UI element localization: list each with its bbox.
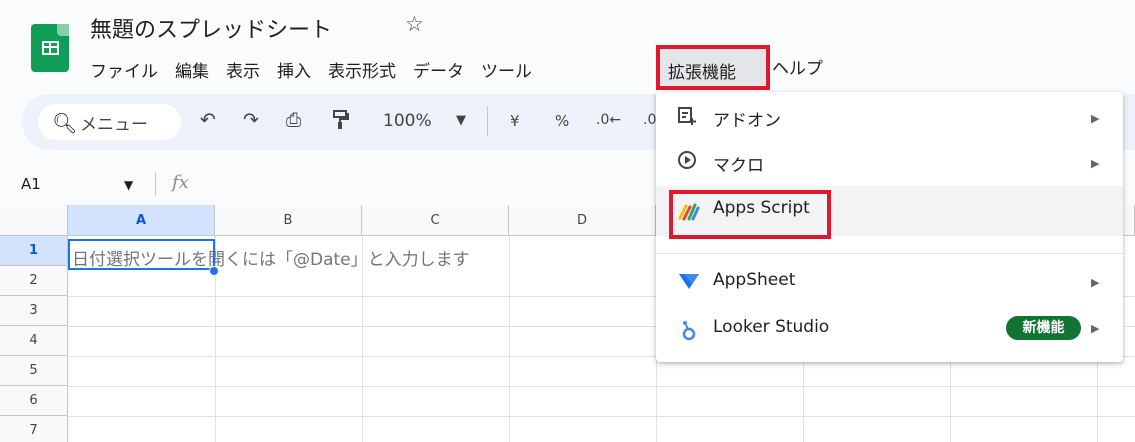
submenu-arrow-icon: ▶ (1091, 157, 1100, 170)
name-box-chevron-icon[interactable]: ▼ (124, 178, 133, 192)
row-header-2[interactable]: 2 (0, 266, 68, 296)
row-header-5[interactable]: 5 (0, 356, 68, 386)
star-icon[interactable]: ☆ (405, 12, 424, 36)
select-all-corner[interactable] (0, 205, 68, 236)
currency-icon[interactable]: ¥ (510, 112, 520, 130)
menu-extensions-label: 拡張機能 (668, 63, 736, 83)
row-header-6[interactable]: 6 (0, 386, 68, 416)
menu-edit[interactable]: 編集 (175, 57, 209, 82)
new-feature-badge: 新機能 (1006, 316, 1081, 340)
cell-a1-selection[interactable] (68, 239, 215, 270)
print-icon[interactable]: ⎙ (286, 109, 301, 131)
dropdown-divider (656, 253, 1123, 254)
menu-file[interactable]: ファイル (90, 57, 158, 82)
submenu-arrow-icon: ▶ (1091, 322, 1100, 335)
undo-icon[interactable]: ↶ (200, 109, 216, 131)
row-header-3[interactable]: 3 (0, 296, 68, 326)
fill-handle[interactable] (209, 266, 219, 276)
percent-icon[interactable]: % (555, 112, 569, 130)
menu-search-label: メニュー (80, 115, 148, 135)
grid-line (509, 236, 510, 442)
menubar: ファイル 編集 表示 挿入 表示形式 データ ツール (90, 54, 549, 84)
addon-icon (677, 106, 697, 131)
column-header-b[interactable]: B (215, 205, 362, 236)
sheets-window: 無題のスプレッドシート ☆ ファイル 編集 表示 挿入 表示形式 データ ツール… (0, 0, 1135, 442)
row-header-1[interactable]: 1 (0, 236, 68, 266)
grid-line (68, 386, 1135, 387)
menu-help[interactable]: ヘルプ (772, 54, 823, 79)
dropdown-item-looker-studio-label: Looker Studio (713, 317, 830, 337)
menu-tools[interactable]: ツール (481, 57, 532, 82)
paint-format-icon[interactable] (331, 109, 351, 136)
menu-data[interactable]: データ (413, 57, 464, 82)
document-title[interactable]: 無題のスプレッドシート (90, 12, 332, 44)
search-icon: 🔍︎ (52, 111, 78, 135)
toolbar-divider (487, 106, 488, 136)
fx-icon: fx (172, 172, 189, 193)
column-header-c[interactable]: C (362, 205, 509, 236)
menu-extensions[interactable]: 拡張機能 (656, 45, 770, 90)
menu-view[interactable]: 表示 (226, 57, 260, 82)
menu-insert[interactable]: 挿入 (277, 57, 311, 82)
dropdown-item-addons-label: アドオン (713, 111, 781, 131)
apps-script-highlight (669, 190, 831, 239)
formula-divider (155, 172, 156, 196)
submenu-arrow-icon: ▶ (1091, 112, 1100, 125)
column-header-a[interactable]: A (68, 205, 215, 236)
looker-studio-icon (682, 321, 696, 341)
dropdown-item-appsheet-label: AppSheet (713, 270, 796, 290)
name-box[interactable]: A1 (21, 175, 41, 193)
submenu-arrow-icon: ▶ (1091, 276, 1100, 289)
menu-format[interactable]: 表示形式 (328, 57, 396, 82)
dropdown-item-macros-label: マクロ (713, 156, 764, 176)
row-header-7[interactable]: 7 (0, 416, 68, 442)
macro-icon (677, 150, 697, 175)
column-header-d[interactable]: D (509, 205, 656, 236)
redo-icon[interactable]: ↷ (243, 109, 259, 131)
increase-decimal-icon[interactable]: .0 (643, 112, 656, 128)
decrease-decimal-icon[interactable]: .0← (596, 112, 621, 128)
chevron-down-icon[interactable]: ▼ (456, 113, 466, 128)
appsheet-icon (679, 274, 699, 289)
grid-line (68, 416, 1135, 417)
sheets-logo-icon[interactable] (31, 24, 69, 72)
zoom-select[interactable]: 100% (383, 111, 432, 131)
row-header-4[interactable]: 4 (0, 326, 68, 356)
